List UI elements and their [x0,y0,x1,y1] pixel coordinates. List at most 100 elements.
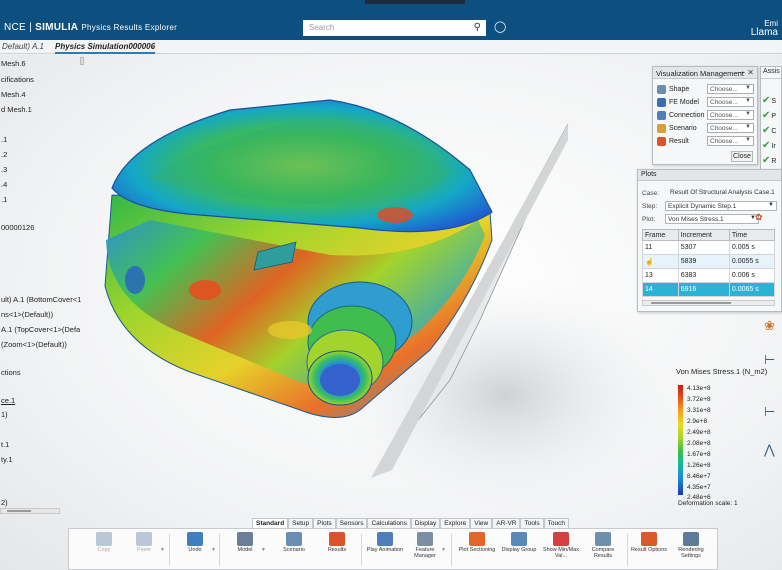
tree-node[interactable]: ce.1 [1,396,15,405]
tree-node[interactable]: 1) [1,410,8,419]
rendering-settings-button[interactable]: Rendering Settings [671,531,711,569]
tab-display[interactable]: Display [410,518,441,528]
compare-results-button[interactable]: Compare Results [583,531,623,569]
tree-node[interactable]: ult) A.1 (BottomCover<1 [1,295,81,304]
model-button[interactable]: Model ▼ [225,531,266,569]
frame-cell[interactable]: ☝ [642,254,679,269]
step-dropdown[interactable]: Explicit Dynamic Step.1 ▼ [665,201,777,211]
tab-tools[interactable]: Tools [520,518,544,528]
shape-dropdown[interactable]: Choose... ▼ [707,84,754,94]
tab-default-a1[interactable]: Default) A.1 [2,42,44,51]
close-button[interactable]: Close [731,151,753,162]
undo-button[interactable]: Undo ▼ [175,531,216,569]
time-cell[interactable]: 0.005 s [728,240,776,255]
tree-node[interactable]: .1 [1,135,7,144]
search-icon[interactable]: ⚲ [474,22,481,33]
display-group-button[interactable]: Display Group [499,531,539,569]
chevron-down-icon[interactable]: ▼ [261,547,266,553]
scenario-dropdown[interactable]: Choose... ▼ [707,123,754,133]
tree-node[interactable]: A.1 (TopCover<1>(Defa [1,325,80,334]
check-icon[interactable]: ✔P [762,110,776,121]
tree-collapse-handle[interactable] [80,57,84,65]
tree-node[interactable]: d Mesh.1 [1,105,32,114]
time-cell[interactable]: 0.006 s [728,268,776,283]
tree-node[interactable]: ctions [1,368,21,377]
tree-node[interactable]: Mesh.6 [1,59,26,68]
check-icon[interactable]: ✔Ir [762,140,776,151]
tab-plots[interactable]: Plots [313,518,336,528]
user-info[interactable]: Emi Llama [751,19,778,38]
frame-cell[interactable]: 14 [642,282,679,297]
tree-node[interactable]: Mesh.4 [1,90,26,99]
chevron-down-icon[interactable]: ▼ [441,547,446,553]
tree-node[interactable]: ty.1 [1,455,13,464]
tab-touch[interactable]: Touch [543,518,570,528]
scenario-button[interactable]: Scenario [274,531,314,569]
table-horizontal-scrollbar[interactable] [642,300,775,306]
table-row[interactable]: 11 5307 0.005 s [642,240,776,255]
chevron-down-icon[interactable]: ▼ [160,547,165,553]
plot-settings-icon[interactable]: ✿ [755,212,763,223]
tree-node[interactable]: .4 [1,180,7,189]
tab-explore[interactable]: Explore [440,518,471,528]
column-header[interactable]: Time [728,229,776,241]
check-icon[interactable]: ✔R [762,155,776,166]
table-row[interactable]: ☝ 5839 0.0055 s [642,254,776,269]
tab-standard[interactable]: Standard [252,518,289,528]
check-icon[interactable]: ✔C [762,125,776,136]
tree-node[interactable]: (Zoom<1>(Default)) [1,340,67,349]
tree-node[interactable]: 00000126 [1,223,34,232]
show-min-max-button[interactable]: Show Min/Max Val... [541,531,581,569]
check-icon[interactable]: ✔S [762,95,776,106]
copy-button[interactable]: Copy [84,531,124,569]
tree-node[interactable]: t.1 [1,440,9,449]
result-dropdown[interactable]: Choose... ▼ [707,136,754,146]
time-cell[interactable]: 0.0055 s [728,254,776,269]
tab-setup[interactable]: Setup [288,518,314,528]
scrollbar-thumb[interactable] [7,510,31,512]
chevron-down-icon[interactable]: ▼ [211,547,216,553]
increment-cell[interactable]: 5307 [677,240,730,255]
frame-cell[interactable]: 13 [642,268,679,283]
tree-node[interactable]: .2 [1,150,7,159]
tab-view[interactable]: View [470,518,493,528]
plot-sectioning-button[interactable]: Plot Sectioning [457,531,497,569]
tag-icon[interactable]: ◯ [494,20,506,33]
add-tab-icon[interactable]: + [150,41,155,51]
scrollbar-thumb[interactable] [651,302,731,304]
feature-manager-button[interactable]: Feature Manager ▼ [405,531,446,569]
increment-cell[interactable]: 6916 [677,282,730,297]
tab-physics-simulation[interactable]: Physics Simulation000006 [55,42,156,54]
column-header[interactable]: Frame [642,229,679,241]
tab-ar-vr[interactable]: AR-VR [492,518,521,528]
table-row-selected[interactable]: 14 6916 0.0065 s [642,282,776,297]
increment-cell[interactable]: 5839 [677,254,730,269]
panel-window-buttons[interactable]: — ✕ [737,68,754,77]
time-cell[interactable]: 0.0065 s [728,282,776,297]
plot-dropdown[interactable]: Von Mises Stress.1 ▼ [665,214,759,224]
tree-node[interactable]: ns<1>(Default)) [1,310,53,319]
tab-calculations[interactable]: Calculations [367,518,411,528]
table-row[interactable]: 13 6383 0.006 s [642,268,776,283]
connection-dropdown[interactable]: Choose... ▼ [707,110,754,120]
tree-node[interactable]: .3 [1,165,7,174]
tree-node[interactable]: 2) [1,498,8,507]
column-header[interactable]: Increment [677,229,730,241]
increment-cell[interactable]: 6383 [677,268,730,283]
frame-cell[interactable]: 11 [642,240,679,255]
probe-tool-icon[interactable]: ⊢ [764,352,775,368]
play-animation-button[interactable]: Play Animation [365,531,405,569]
fe-model-dropdown[interactable]: Choose... ▼ [707,97,754,107]
deformation-scale: Deformation scale: 1 [678,500,738,507]
results-button[interactable]: Results [317,531,357,569]
tree-node[interactable]: cifications [1,75,34,84]
paste-button[interactable]: Paste ▼ [124,531,165,569]
result-options-button[interactable]: Result Options [629,531,669,569]
results-tool-icon[interactable]: ❀ [764,318,775,334]
feature-manager-icon [417,532,433,546]
tab-sensors[interactable]: Sensors [335,518,368,528]
color-legend[interactable]: Von Mises Stress.1 (N_m2) 4.13e+8 3.72e+… [676,367,776,512]
search-input[interactable]: Search ⚲ [303,20,486,36]
tree-node[interactable]: .1 [1,195,7,204]
tree-horizontal-scrollbar[interactable] [0,508,60,514]
